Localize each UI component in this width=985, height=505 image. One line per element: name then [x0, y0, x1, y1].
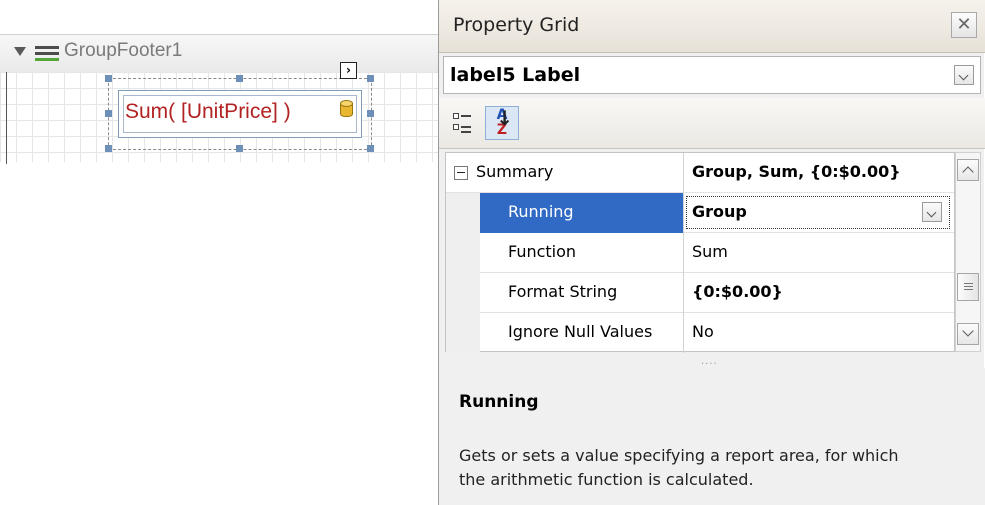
categorized-view-button[interactable] — [447, 106, 481, 140]
band-left-border — [6, 72, 7, 164]
report-designer-surface: GroupFooter1 Sum( [UnitPrice] ) › — [0, 0, 440, 170]
resize-handle-n[interactable] — [236, 75, 243, 82]
column-divider — [683, 193, 684, 233]
database-binding-icon — [340, 100, 353, 118]
property-row-function[interactable]: Function Sum — [446, 233, 954, 273]
property-name: Ignore Null Values — [508, 322, 653, 341]
property-grid-toolbar: A Z ↓ — [439, 98, 985, 149]
resize-handle-w[interactable] — [105, 110, 112, 117]
description-panel: Running Gets or sets a value specifying … — [439, 368, 985, 505]
property-name: Summary — [476, 162, 554, 181]
resize-handle-s[interactable] — [236, 145, 243, 152]
property-name: Format String — [508, 282, 618, 301]
row-gutter — [446, 273, 480, 313]
panel-title: Property Grid — [453, 14, 580, 36]
splitter-grip: .... — [701, 356, 718, 367]
object-selector[interactable]: label5 Label — [443, 56, 981, 94]
resize-handle-nw[interactable] — [105, 75, 112, 82]
resize-handle-sw[interactable] — [105, 145, 112, 152]
chevron-down-icon[interactable] — [922, 202, 942, 222]
close-button[interactable]: ✕ — [951, 12, 977, 38]
vertical-scrollbar[interactable] — [955, 152, 981, 352]
column-divider — [683, 233, 684, 273]
row-gutter — [446, 233, 480, 273]
band-title: GroupFooter1 — [64, 40, 183, 61]
selected-object-name: label5 Label — [450, 64, 581, 86]
collapse-arrow-icon[interactable] — [14, 47, 26, 56]
property-list: Summary Group, Sum, {0:$0.00} Running Gr… — [445, 152, 955, 353]
property-value[interactable]: {0:$0.00} — [692, 282, 783, 301]
resize-handle-se[interactable] — [367, 145, 374, 152]
description-text: Gets or sets a value specifying a report… — [459, 446, 899, 489]
property-grid-titlebar: Property Grid ✕ — [439, 0, 985, 53]
property-row-ignore-null-values[interactable]: Ignore Null Values No — [446, 313, 954, 353]
property-row-format-string[interactable]: Format String {0:$0.00} — [446, 273, 954, 313]
property-row-summary[interactable]: Summary Group, Sum, {0:$0.00} — [446, 153, 954, 193]
resize-handle-e[interactable] — [367, 110, 374, 117]
smart-tag-button[interactable]: › — [340, 62, 357, 79]
resize-handle-ne[interactable] — [367, 75, 374, 82]
collapse-minus-icon[interactable] — [454, 166, 468, 180]
alphabetical-sort-button[interactable]: A Z ↓ — [485, 106, 519, 140]
column-divider — [683, 273, 684, 313]
description-title: Running — [459, 392, 539, 412]
property-value: Group, Sum, {0:$0.00} — [692, 162, 901, 181]
row-gutter — [446, 313, 480, 353]
scroll-down-icon[interactable] — [957, 323, 979, 345]
group-footer-icon — [35, 45, 59, 63]
group-footer-band-header[interactable]: GroupFooter1 — [0, 34, 440, 74]
column-divider — [683, 153, 684, 193]
scroll-thumb[interactable] — [957, 273, 979, 301]
sort-alphabetical-icon: A Z ↓ — [496, 106, 513, 138]
report-label-control[interactable]: Sum( [UnitPrice] ) — [118, 90, 362, 138]
property-name: Running — [508, 202, 574, 221]
scroll-up-icon[interactable] — [957, 159, 979, 181]
row-gutter — [446, 193, 480, 233]
object-selector-dropdown-icon[interactable] — [954, 65, 974, 85]
property-value[interactable]: No — [692, 322, 714, 341]
property-name: Function — [508, 242, 577, 261]
property-row-running[interactable]: Running Group — [446, 193, 954, 233]
column-divider — [683, 313, 684, 353]
property-grid-panel: Property Grid ✕ label5 Label A Z ↓ Summa… — [438, 0, 985, 505]
label-expression-text: Sum( [UnitPrice] ) — [125, 100, 291, 123]
property-value[interactable]: Group — [692, 202, 747, 221]
property-value[interactable]: Sum — [692, 242, 728, 261]
